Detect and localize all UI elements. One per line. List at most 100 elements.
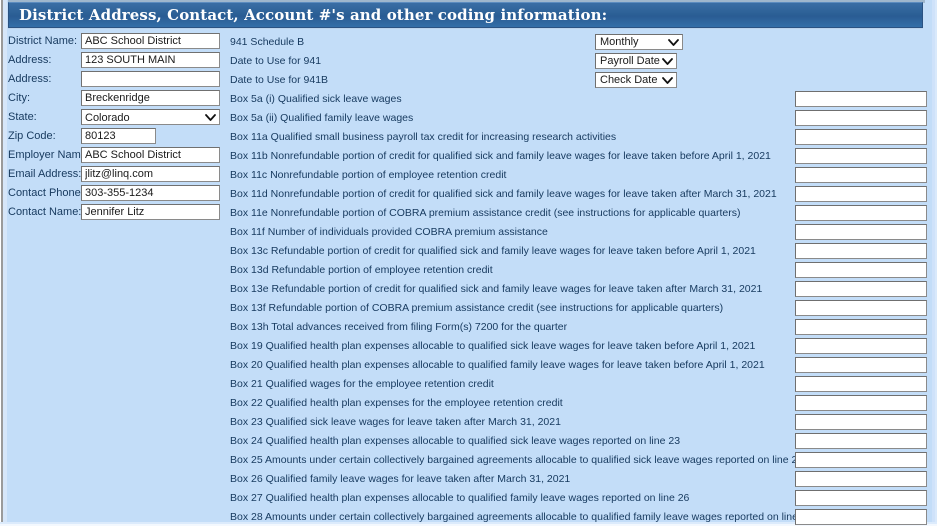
coding-row-label: Box 5a (ii) Qualified family leave wages: [230, 112, 414, 124]
coding-row-input[interactable]: [795, 281, 927, 297]
coding-row-label: Box 26 Qualified family leave wages for …: [230, 473, 571, 485]
coding-row-label: Box 11a Qualified small business payroll…: [230, 131, 617, 143]
district-field-input[interactable]: [81, 90, 220, 106]
coding-row: Box 5a (i) Qualified sick leave wages: [230, 90, 930, 109]
coding-row-label: Date to Use for 941: [230, 55, 322, 67]
district-field-label: Contact Phone:: [8, 187, 84, 199]
coding-row: Box 28 Amounts under certain collectivel…: [230, 508, 930, 527]
coding-row: Date to Use for 941 Payroll Date: [230, 52, 930, 71]
coding-row-label: Box 22 Qualified health plan expenses fo…: [230, 397, 563, 409]
state-select[interactable]: Colorado: [81, 109, 220, 125]
coding-row: Box 13d Refundable portion of employee r…: [230, 261, 930, 280]
right-frame-gutter: [932, 0, 937, 528]
coding-row-select[interactable]: Payroll Date: [595, 53, 677, 69]
coding-row-label: Box 28 Amounts under certain collectivel…: [230, 511, 813, 523]
coding-rows-list: 941 Schedule B Monthly Date to Use for 941…: [230, 33, 930, 527]
coding-row-input[interactable]: [795, 509, 927, 525]
coding-row-input[interactable]: [795, 129, 927, 145]
coding-row: Box 13f Refundable portion of COBRA prem…: [230, 299, 930, 318]
coding-row-label: Box 11b Nonrefundable portion of credit …: [230, 150, 771, 162]
district-field-input[interactable]: [81, 204, 220, 220]
state-select-value: Colorado: [85, 112, 130, 124]
coding-row-label: Date to Use for 941B: [230, 74, 329, 86]
left-frame-gutter: [0, 0, 7, 528]
coding-row-input[interactable]: [795, 452, 927, 468]
coding-row-input[interactable]: [795, 300, 927, 316]
coding-row: Box 20 Qualified health plan expenses al…: [230, 356, 930, 375]
coding-row-input[interactable]: [795, 167, 927, 183]
coding-row-input[interactable]: [795, 186, 927, 202]
coding-row-select[interactable]: Check Date: [595, 72, 677, 88]
coding-row-select-value: Payroll Date: [600, 55, 660, 67]
coding-row-input[interactable]: [795, 262, 927, 278]
coding-row: Box 13h Total advances received from fil…: [230, 318, 930, 337]
coding-row-label: Box 11e Nonrefundable portion of COBRA p…: [230, 207, 741, 219]
district-field-label: Zip Code:: [8, 130, 56, 142]
coding-row: Box 11f Number of individuals provided C…: [230, 223, 930, 242]
coding-row-input[interactable]: [795, 205, 927, 221]
coding-row-label: Box 23 Qualified sick leave wages for le…: [230, 416, 561, 428]
coding-row-label: Box 25 Amounts under certain collectivel…: [230, 454, 804, 466]
district-field-label: City:: [8, 92, 30, 104]
coding-row-select[interactable]: Monthly: [595, 34, 683, 50]
district-field-input[interactable]: [81, 128, 156, 144]
coding-row-label: Box 19 Qualified health plan expenses al…: [230, 340, 756, 352]
chevron-down-icon: [662, 57, 673, 66]
district-field-label: State:: [8, 111, 37, 123]
coding-row-input[interactable]: [795, 376, 927, 392]
chevron-down-icon: [205, 113, 216, 122]
chevron-down-icon: [668, 38, 679, 47]
coding-row-input[interactable]: [795, 490, 927, 506]
coding-row: Box 5a (ii) Qualified family leave wages: [230, 109, 930, 128]
coding-row-input[interactable]: [795, 148, 927, 164]
coding-row-input[interactable]: [795, 110, 927, 126]
district-field-input[interactable]: [81, 147, 220, 163]
coding-row: Box 23 Qualified sick leave wages for le…: [230, 413, 930, 432]
coding-row: Box 11c Nonrefundable portion of employe…: [230, 166, 930, 185]
district-field-input[interactable]: [81, 166, 220, 182]
coding-row-input[interactable]: [795, 414, 927, 430]
coding-row: Box 27 Qualified health plan expenses al…: [230, 489, 930, 508]
district-field-input[interactable]: [81, 71, 220, 87]
coding-row-input[interactable]: [795, 471, 927, 487]
coding-row-label: Box 11f Number of individuals provided C…: [230, 226, 548, 238]
district-field-input[interactable]: [81, 33, 220, 49]
coding-row-input[interactable]: [795, 319, 927, 335]
coding-row-label: Box 13f Refundable portion of COBRA prem…: [230, 302, 724, 314]
coding-row: Box 13e Refundable portion of credit for…: [230, 280, 930, 299]
coding-row: Box 11d Nonrefundable portion of credit …: [230, 185, 930, 204]
district-field-input[interactable]: [81, 52, 220, 68]
coding-row-label: Box 13c Refundable portion of credit for…: [230, 245, 756, 257]
coding-row-label: Box 21 Qualified wages for the employee …: [230, 378, 494, 390]
coding-row: Box 19 Qualified health plan expenses al…: [230, 337, 930, 356]
district-field-label: Email Address:: [8, 168, 82, 180]
coding-row: Box 11e Nonrefundable portion of COBRA p…: [230, 204, 930, 223]
coding-row: Box 21 Qualified wages for the employee …: [230, 375, 930, 394]
coding-row: Box 11a Qualified small business payroll…: [230, 128, 930, 147]
coding-row-label: Box 13d Refundable portion of employee r…: [230, 264, 493, 276]
coding-row-label: 941 Schedule B: [230, 36, 305, 48]
district-coding-form-page: District Address, Contact, Account #'s a…: [0, 0, 937, 528]
district-field-input[interactable]: [81, 185, 220, 201]
coding-row-input[interactable]: [795, 91, 927, 107]
district-field-label: Address:: [8, 73, 52, 85]
coding-row: 941 Schedule B Monthly: [230, 33, 930, 52]
district-field-label: Address:: [8, 54, 52, 66]
section-header-bar: District Address, Contact, Account #'s a…: [8, 2, 923, 28]
coding-row-label: Box 13e Refundable portion of credit for…: [230, 283, 763, 295]
coding-row: Box 11b Nonrefundable portion of credit …: [230, 147, 930, 166]
district-field-label: Employer Name:: [8, 149, 90, 161]
coding-row-select-value: Monthly: [600, 36, 639, 48]
coding-row-select-value: Check Date: [600, 74, 658, 86]
coding-row-input[interactable]: [795, 357, 927, 373]
coding-row-label: Box 13h Total advances received from fil…: [230, 321, 568, 333]
coding-row-input[interactable]: [795, 224, 927, 240]
page-title: District Address, Contact, Account #'s a…: [19, 6, 608, 24]
district-field-label: District Name:: [8, 35, 78, 47]
coding-row-input[interactable]: [795, 338, 927, 354]
coding-row-input[interactable]: [795, 395, 927, 411]
coding-row-input[interactable]: [795, 433, 927, 449]
district-field-label: Contact Name:: [8, 206, 82, 218]
coding-row-label: Box 27 Qualified health plan expenses al…: [230, 492, 690, 504]
coding-row-input[interactable]: [795, 243, 927, 259]
